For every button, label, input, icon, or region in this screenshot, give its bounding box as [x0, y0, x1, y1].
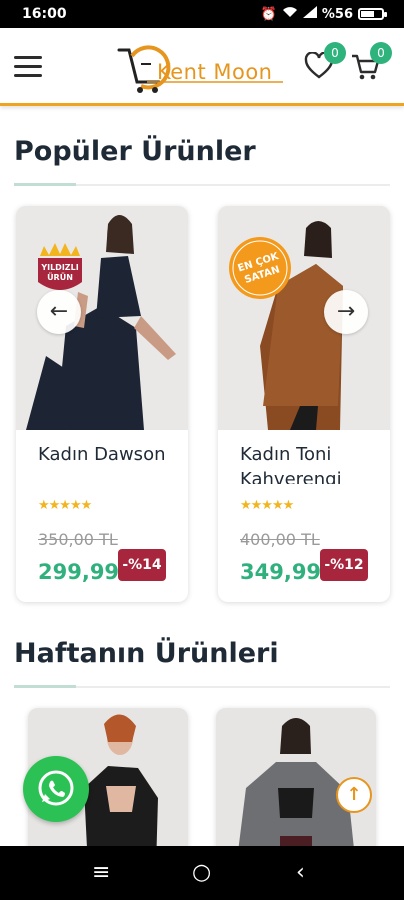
cart-count-badge: 0	[370, 42, 392, 64]
svg-text:ÜRÜN: ÜRÜN	[47, 272, 73, 282]
section-divider	[14, 183, 390, 186]
old-price: 350,00 TL	[38, 530, 118, 549]
rating-stars: ★★★★★	[240, 498, 294, 513]
section-title-weekly: Haftanın Ürünleri	[14, 638, 279, 669]
product-card[interactable]: YILDIZLI ÜRÜN Kadın Dawson ★★★★★ 350,00 …	[16, 206, 188, 602]
wifi-icon	[282, 6, 298, 22]
system-nav-bar: ≡ ○ ‹	[0, 846, 404, 900]
discount-badge: -%14	[118, 549, 166, 581]
battery-icon	[358, 8, 387, 20]
price: 349,99	[240, 560, 322, 584]
whatsapp-button[interactable]	[23, 756, 89, 822]
arrow-up-icon[interactable]: ↑	[336, 777, 372, 813]
home-button[interactable]: ○	[192, 860, 211, 885]
arrow-left-icon[interactable]: ←	[37, 290, 81, 334]
logo[interactable]: Kent Moon	[115, 36, 290, 98]
old-price: 400,00 TL	[240, 530, 320, 549]
logo-text: Kent Moon	[157, 60, 273, 84]
featured-badge: YILDIZLI ÜRÜN	[32, 240, 88, 296]
site-header: Kent Moon 0 0	[0, 28, 404, 106]
wishlist-count-badge: 0	[324, 42, 346, 64]
status-bar: 16:00 ⏰ %56	[0, 0, 404, 28]
section-title-popular: Popüler Ürünler	[14, 136, 256, 167]
status-time: 16:00	[22, 6, 67, 22]
product-name[interactable]: Kadın Dawson	[38, 442, 178, 484]
alarm-icon: ⏰	[260, 6, 277, 22]
hamburger-icon[interactable]	[14, 56, 42, 78]
product-name[interactable]: Kadın Toni Kahverengi	[240, 442, 380, 484]
cart-button[interactable]: 0	[350, 42, 392, 88]
signal-icon	[302, 6, 317, 22]
section-divider	[14, 685, 390, 688]
discount-badge: -%12	[320, 549, 368, 581]
battery-percent: %56	[321, 6, 353, 22]
product-card[interactable]: EN ÇOK SATAN Kadın Toni Kahverengi ★★★★★…	[218, 206, 390, 602]
wishlist-button[interactable]: 0	[304, 42, 346, 88]
whatsapp-icon	[38, 770, 74, 806]
bestseller-badge: EN ÇOK SATAN	[226, 234, 294, 302]
arrow-right-icon[interactable]: →	[324, 290, 368, 334]
price: 299,99	[38, 560, 120, 584]
recent-apps-button[interactable]: ≡	[92, 860, 110, 885]
back-button[interactable]: ‹	[296, 860, 305, 885]
status-icons: ⏰ %56	[260, 6, 387, 22]
rating-stars: ★★★★★	[38, 498, 92, 513]
svg-text:YILDIZLI: YILDIZLI	[40, 263, 78, 272]
